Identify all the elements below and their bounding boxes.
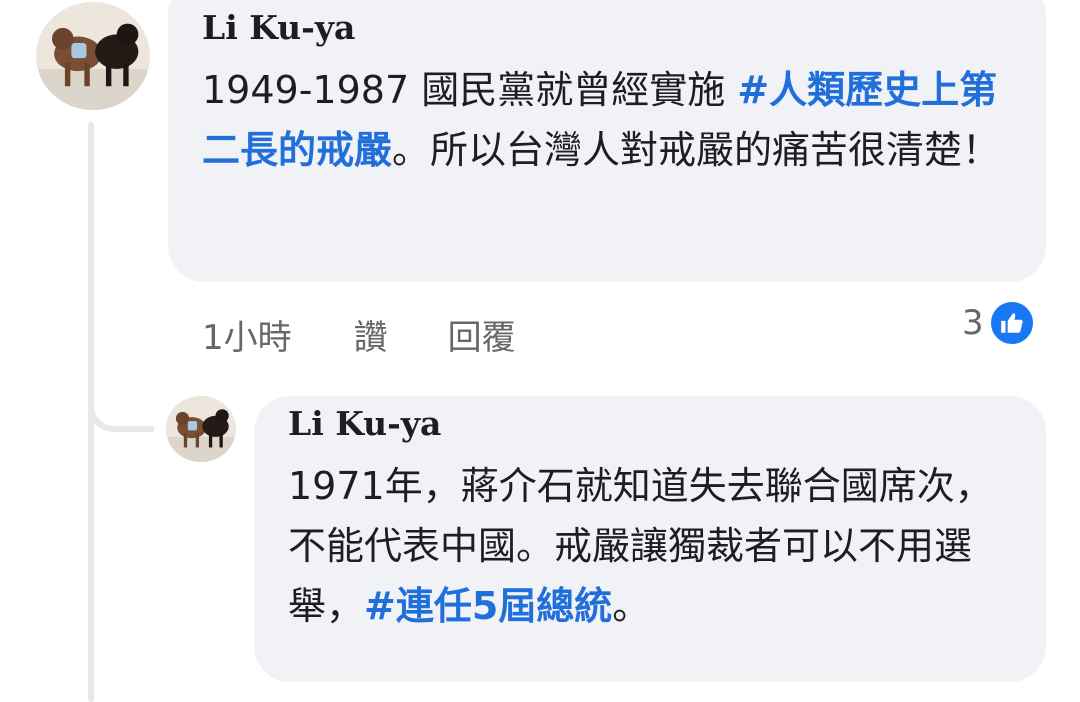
reply-bubble: Li Ku-ya 1971年，蔣介石就知道失去聯合國席次，不能代表中國。戒嚴讓獨…: [254, 396, 1046, 682]
comment-text-segment: 。所以台灣人對戒嚴的痛苦很清楚！: [392, 128, 1001, 172]
comment-text: 1949-1987 國民黨就曾經實施 #人類歷史上第二長的戒嚴。所以台灣人對戒嚴…: [202, 60, 1012, 180]
like-icon: [987, 299, 1036, 347]
comment-author[interactable]: Li Ku-ya: [202, 6, 1012, 50]
like-button[interactable]: 讚: [354, 310, 388, 359]
comment-actions: 1小時 讚 回覆: [202, 308, 516, 360]
avatar-photo-dogs: [39, 2, 147, 110]
comment-author[interactable]: Li Ku-ya: [288, 402, 1014, 446]
comment-text-segment: 1949-1987 國民黨就曾經實施: [202, 68, 738, 112]
avatar[interactable]: [166, 396, 236, 462]
comment-text: 1971年，蔣介石就知道失去聯合國席次，不能代表中國。戒嚴讓獨裁者可以不用選舉，…: [288, 456, 1014, 636]
comment-timestamp[interactable]: 1小時: [202, 310, 292, 359]
avatar-photo-dogs: [168, 396, 234, 462]
comment-bubble: Li Ku-ya 1949-1987 國民黨就曾經實施 #人類歷史上第二長的戒嚴…: [168, 0, 1046, 282]
comment-text-segment: 。: [612, 584, 651, 628]
reaction-summary[interactable]: 3: [962, 298, 1036, 348]
hashtag-link[interactable]: #連任5屆總統: [364, 584, 612, 628]
avatar[interactable]: [36, 2, 150, 110]
reply-connector-line: [88, 360, 154, 432]
reaction-count: 3: [962, 303, 984, 343]
reply-button[interactable]: 回覆: [448, 310, 516, 359]
